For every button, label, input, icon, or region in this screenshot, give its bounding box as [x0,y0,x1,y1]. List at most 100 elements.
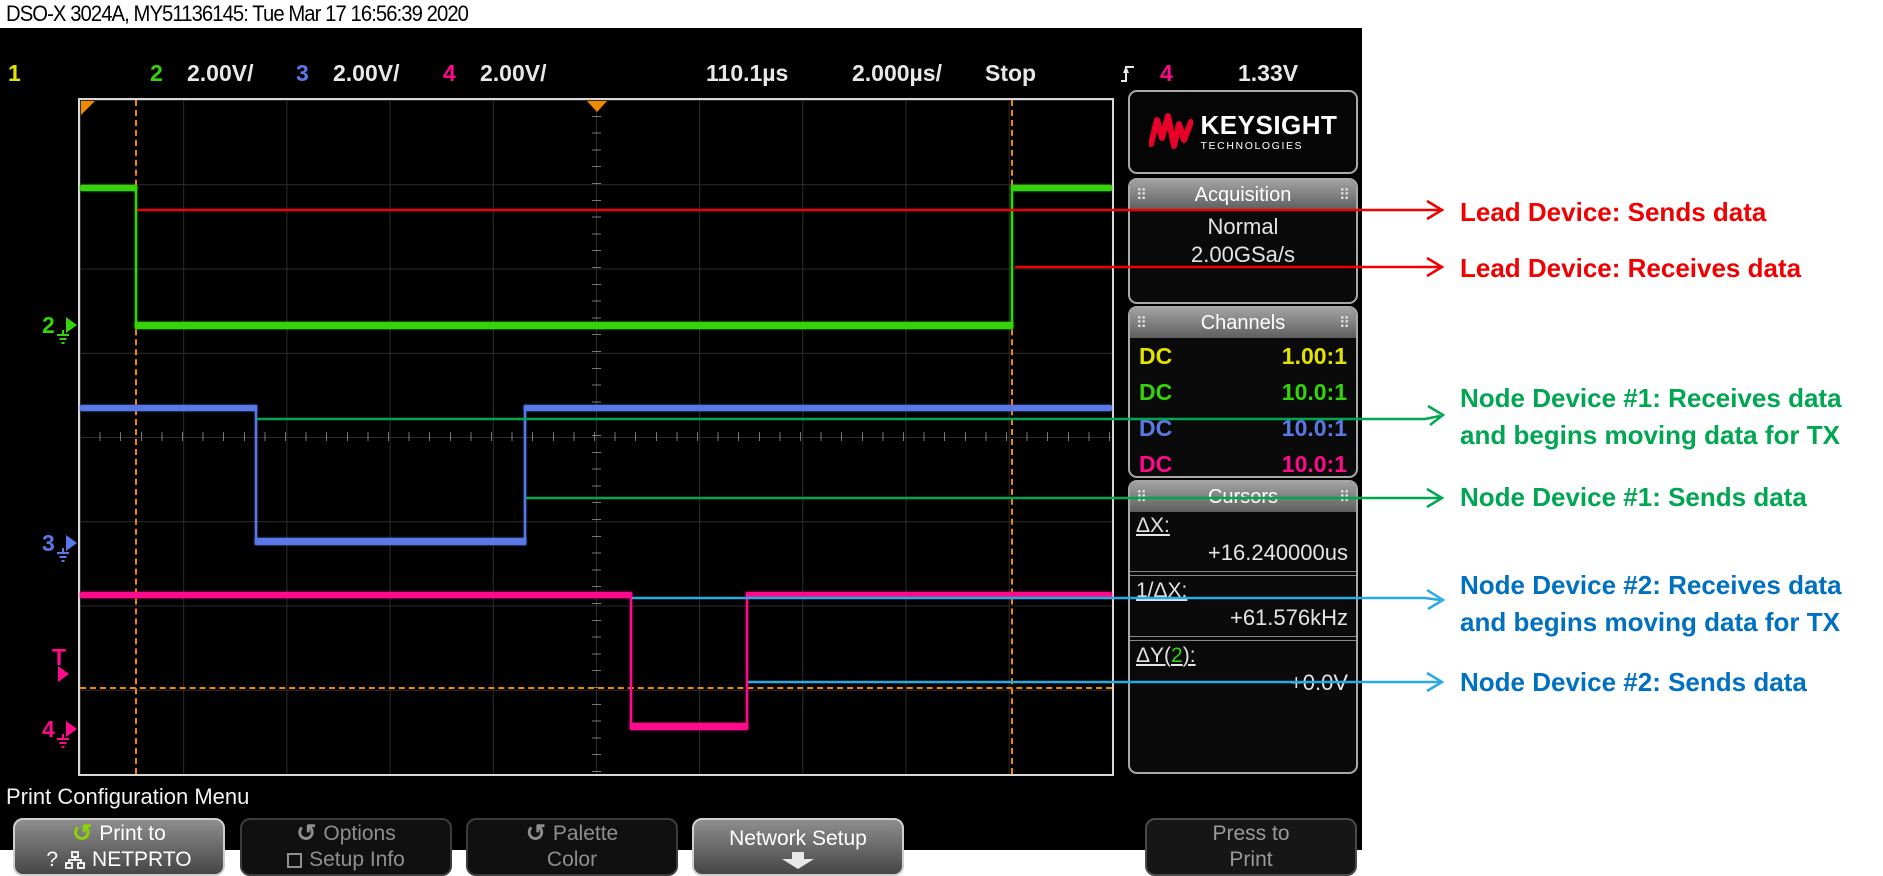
ch2-trace-low [135,322,1013,329]
ch4-scale[interactable]: 2.00V/ [480,60,547,87]
print-label: Print [1229,847,1272,873]
center-axis-v-ticks [592,100,601,774]
cycle-icon: ↺ [526,822,546,846]
ch3-ground-marker[interactable]: 3 [42,532,55,555]
delta-x-label: ΔX: [1130,512,1356,538]
press-to-print-softkey[interactable]: Press to Print [1145,818,1357,876]
acquisition-panel: ⠿ Acquisition ⠿ Normal 2.00GSa/s [1128,178,1358,304]
ch4-trace-high-1 [80,592,632,598]
cycle-icon: ↺ [72,822,92,846]
ch2-row: DC 10.0:1 [1130,374,1356,410]
cursors-panel: ⠿ Cursors ⠿ ΔX: +16.240000us 1/ΔX: +61.5… [1128,480,1358,774]
trigger-level-line[interactable] [80,687,1112,689]
acquisition-title: Acquisition [1195,184,1292,207]
network-setup-softkey[interactable]: Network Setup [692,818,904,876]
ch4-ground-marker[interactable]: 4 [42,718,55,741]
delta-x-value: +16.240000us [1130,538,1356,570]
channels-panel: ⠿ Channels ⠿ DC 1.00:1 DC 10.0:1 DC 10.0… [1128,306,1358,478]
annotation-lead-receives: Lead Device: Receives data [1460,250,1801,287]
ch3-coupling: DC [1139,410,1172,446]
print-to-label: Print to [99,821,166,847]
ch4-rising-edge [746,592,748,730]
cycle-icon: ↺ [296,822,316,846]
ch2-trace-high-1 [80,185,137,191]
delta-y-value: +0.0V [1130,668,1356,700]
ch2-marker-arrow-icon [66,317,77,333]
grip-dots-icon: ⠿ [1339,316,1350,331]
screenshot-root: { "title": "DSO-X 3024A, MY51136145: Tue… [0,0,1883,850]
acquisition-mode: Normal [1130,213,1356,241]
inv-delta-x-value: +61.576kHz [1130,603,1356,635]
palette-softkey[interactable]: ↺ Palette Color [466,818,678,876]
setup-info-label: Setup Info [309,847,405,873]
options-softkey[interactable]: ↺ Options Setup Info [240,818,452,876]
delay-reference-corner-icon [81,101,95,115]
edge-trigger-icon [1120,61,1136,91]
ch1-probe: 1.00:1 [1282,338,1347,374]
cursor-separator [1130,571,1356,576]
ch2-trace-high-2 [1011,185,1112,191]
ch2-ground-marker[interactable]: 2 [42,314,55,337]
brand-name: KEYSIGHT [1201,112,1338,138]
ch3-scale[interactable]: 2.00V/ [333,60,400,87]
ch2-scale[interactable]: 2.00V/ [187,60,254,87]
run-state: Stop [985,60,1036,87]
keysight-logo: KEYSIGHT TECHNOLOGIES [1128,90,1358,174]
printer-name: NETPRTO [92,847,192,873]
ch2-probe: 10.0:1 [1282,374,1347,410]
ch3-status-label[interactable]: 3 [296,60,309,87]
trigger-marker-arrow-icon [58,666,69,682]
grip-dots-icon: ⠿ [1339,188,1350,203]
ch2-status-label[interactable]: 2 [150,60,163,87]
press-to-label: Press to [1212,821,1289,847]
ch4-status-label[interactable]: 4 [443,60,456,87]
annotation-node1-sends: Node Device #1: Sends data [1460,479,1807,516]
keysight-spark-icon [1149,112,1193,152]
print-to-softkey[interactable]: ↺ Print to ? NETPRTO [13,818,225,876]
status-bar: 1 2 2.00V/ 3 2.00V/ 4 2.00V/ 110.1µs 2.0… [0,58,1362,90]
ch3-rising-edge [524,405,526,545]
grip-dots-icon: ⠿ [1136,188,1147,203]
delta-y-label: ΔY(2): [1130,642,1356,668]
timebase-readout[interactable]: 2.000µs/ [852,60,942,87]
grip-dots-icon: ⠿ [1339,490,1350,505]
acquisition-panel-header[interactable]: ⠿ Acquisition ⠿ [1130,180,1356,210]
instrument-title: DSO-X 3024A, MY51136145: Tue Mar 17 16:5… [6,1,468,27]
ch1-row: DC 1.00:1 [1130,338,1356,374]
ch2-coupling: DC [1139,374,1172,410]
grip-dots-icon: ⠿ [1136,316,1147,331]
trigger-level[interactable]: 1.33V [1238,60,1298,87]
ch1-coupling: DC [1139,338,1172,374]
trigger-source[interactable]: 4 [1160,60,1173,87]
annotation-lead-sends: Lead Device: Sends data [1460,194,1766,231]
setup-info-checkbox[interactable] [287,853,302,868]
down-arrow-icon [780,852,816,869]
cursors-panel-header[interactable]: ⠿ Cursors ⠿ [1130,482,1356,512]
annotation-node1-receives: Node Device #1: Receives data and begins… [1460,380,1842,454]
menu-title: Print Configuration Menu [6,784,249,810]
ch3-trace-high-2 [524,405,1112,411]
ch1-status-label[interactable]: 1 [8,60,21,87]
ch3-falling-edge [255,405,257,545]
ch4-trace-low [630,723,748,730]
channels-panel-header[interactable]: ⠿ Channels ⠿ [1130,308,1356,338]
cursors-title: Cursors [1208,486,1278,509]
delay-readout[interactable]: 110.1µs [706,60,788,87]
brand-subname: TECHNOLOGIES [1201,141,1338,152]
ch3-trace-low [255,538,526,545]
channels-title: Channels [1201,312,1286,335]
ch4-coupling: DC [1139,446,1172,478]
ch4-trace-high-2 [746,592,1112,598]
palette-label: Palette [553,821,618,847]
ch3-marker-arrow-icon [66,535,77,551]
ch4-falling-edge [630,592,632,730]
sample-rate: 2.00GSa/s [1130,241,1356,269]
ch4-marker-arrow-icon [66,721,77,737]
annotation-node2-sends: Node Device #2: Sends data [1460,664,1807,701]
annotation-node2-receives: Node Device #2: Receives data and begins… [1460,567,1842,641]
time-reference-marker-icon[interactable] [587,101,607,112]
network-setup-label: Network Setup [729,826,867,852]
inv-delta-x-label: 1/ΔX: [1130,577,1356,603]
oscilloscope-screen: 1 2 2.00V/ 3 2.00V/ 4 2.00V/ 110.1µs 2.0… [0,28,1362,850]
grip-dots-icon: ⠿ [1136,490,1147,505]
